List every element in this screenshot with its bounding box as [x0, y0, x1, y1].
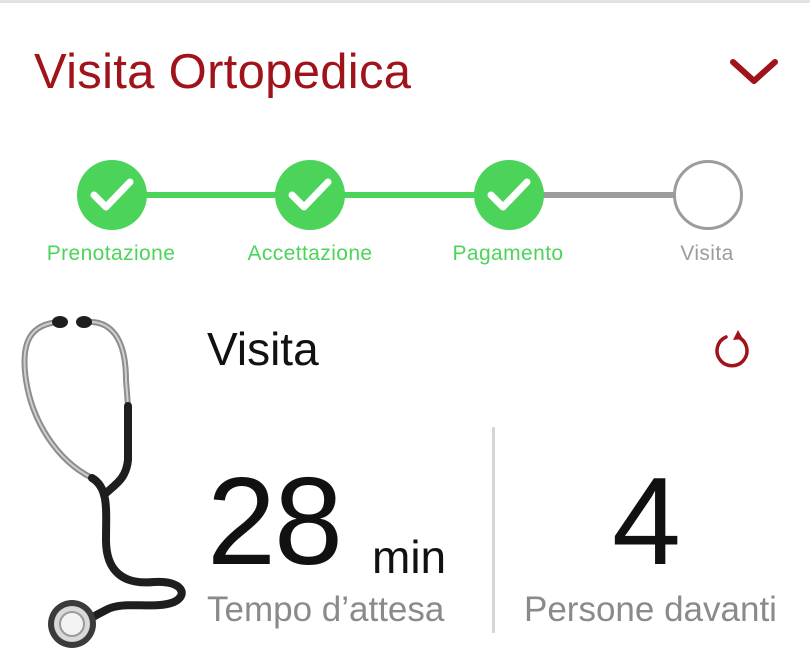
people-ahead-label: Persone davanti [524, 590, 777, 629]
step-label-prenotazione: Prenotazione [46, 242, 176, 265]
step-visita-circle-icon [673, 160, 743, 230]
stats-divider [492, 427, 495, 633]
wait-time-label: Tempo d’attesa [207, 590, 445, 629]
progress-stepper: Prenotazione Accettazione Pagamento Visi… [0, 150, 810, 280]
wait-time-value: 28 [207, 453, 343, 591]
step-label-accettazione: Accettazione [247, 242, 373, 265]
people-ahead-value: 4 [612, 453, 681, 591]
refresh-icon[interactable] [710, 328, 754, 372]
step-label-visita: Visita [680, 242, 734, 265]
visit-title: Visita [207, 323, 319, 375]
top-divider [0, 0, 810, 3]
step-pagamento-check-icon [474, 160, 544, 230]
chevron-down-icon[interactable] [728, 54, 780, 90]
wait-time-unit: min [372, 531, 447, 583]
step-label-pagamento: Pagamento [452, 242, 564, 265]
step-prenotazione-check-icon [77, 160, 147, 230]
page-title: Visita Ortopedica [34, 45, 412, 99]
stethoscope-icon [14, 310, 194, 660]
step-accettazione-check-icon [275, 160, 345, 230]
